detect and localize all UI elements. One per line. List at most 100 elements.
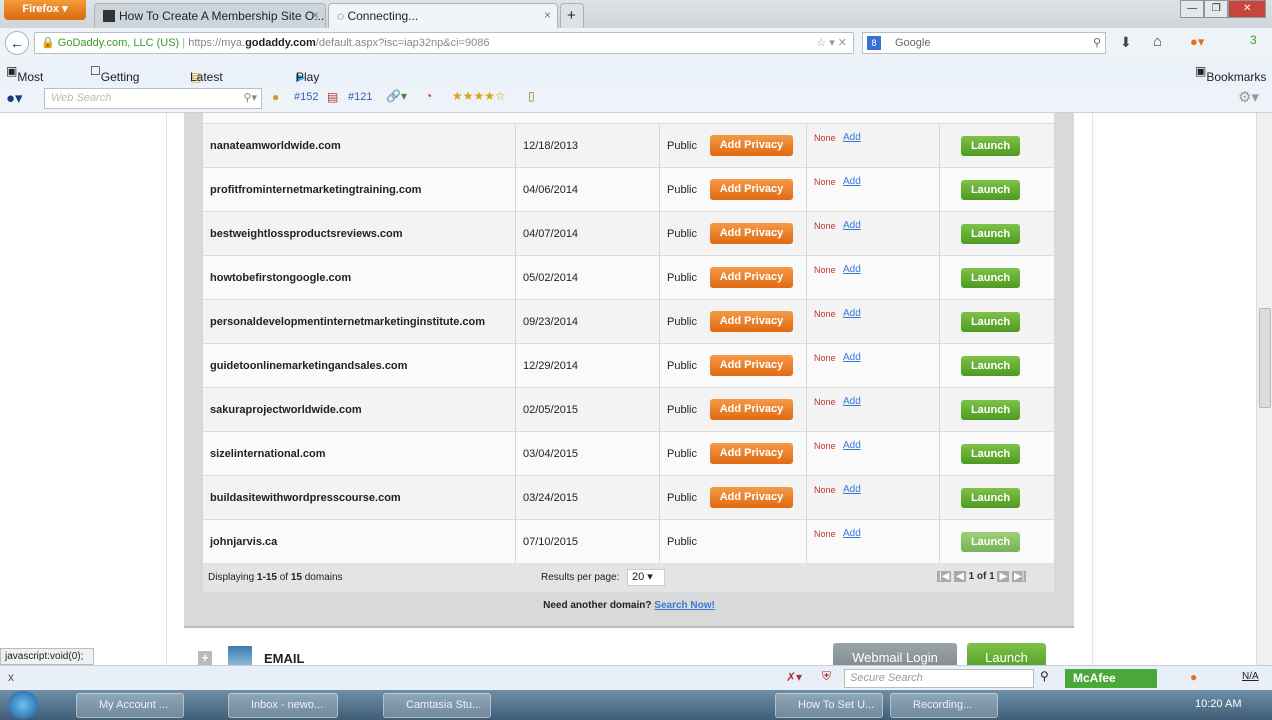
- results-per-page-select[interactable]: 20 ▾: [627, 569, 665, 586]
- bookmark-most-visited[interactable]: ▣ Most Visited: [6, 64, 53, 98]
- addon-icon[interactable]: ●▾: [1190, 34, 1204, 50]
- privacy-status: Public: [667, 360, 697, 372]
- close-addon-bar-button[interactable]: x: [8, 670, 14, 684]
- domain-name[interactable]: nanateamworldwide.com: [203, 124, 516, 168]
- launch-button[interactable]: Launch: [961, 268, 1020, 288]
- minimize-button[interactable]: —: [1180, 0, 1205, 18]
- home-icon[interactable]: ⌂: [1153, 33, 1162, 50]
- first-page-icon[interactable]: |◀: [937, 571, 952, 582]
- add-link[interactable]: Add: [843, 248, 861, 292]
- add-privacy-button[interactable]: Add Privacy: [710, 267, 793, 288]
- bookmarks-menu[interactable]: ▣ Bookmarks: [1195, 64, 1266, 84]
- scrollbar-thumb[interactable]: [1259, 308, 1271, 408]
- search-icon[interactable]: ⚲: [1040, 669, 1049, 683]
- launch-button[interactable]: Launch: [961, 312, 1020, 332]
- web-search-input[interactable]: Web Search ⚲▾: [44, 88, 262, 109]
- tab-membership[interactable]: How To Create A Membership Site O... ×: [94, 3, 326, 28]
- add-link[interactable]: Add: [843, 512, 861, 556]
- close-tab-icon[interactable]: ×: [312, 8, 319, 22]
- add-privacy-button[interactable]: Add Privacy: [710, 223, 793, 244]
- site-identity[interactable]: GoDaddy.com, LLC (US): [58, 37, 179, 49]
- bookmark-getting-started[interactable]: ☐ Getting Started: [90, 64, 139, 98]
- domain-name[interactable]: bestweightlossproductsreviews.com: [203, 212, 516, 256]
- domain-name[interactable]: sakuraprojectworldwide.com: [203, 388, 516, 432]
- tab-connecting[interactable]: ◌ Connecting... ×: [328, 3, 558, 28]
- google-icon[interactable]: 8: [867, 36, 881, 50]
- search-icon[interactable]: ⚲▾: [243, 91, 257, 104]
- add-link[interactable]: Add: [843, 160, 861, 204]
- launch-button[interactable]: Launch: [961, 488, 1020, 508]
- launch-cell: Launch: [940, 520, 1054, 564]
- launch-button[interactable]: Launch: [961, 136, 1020, 156]
- download-icon[interactable]: ⬇: [1120, 34, 1132, 51]
- taskbar-item-recording[interactable]: Recording...: [890, 693, 998, 718]
- search-now-link[interactable]: Search Now!: [654, 600, 715, 611]
- add-privacy-button[interactable]: Add Privacy: [710, 311, 793, 332]
- bookmark-star-icon[interactable]: ☆ ▾ ✕: [816, 33, 847, 53]
- launch-button[interactable]: Launch: [961, 444, 1020, 464]
- global-rank[interactable]: #152: [294, 91, 318, 103]
- add-link[interactable]: Add: [843, 204, 861, 248]
- firefox-menu-button[interactable]: Firefox ▾: [4, 0, 86, 20]
- domain-name[interactable]: sizelinternational.com: [203, 432, 516, 476]
- add-link[interactable]: Add: [843, 468, 861, 512]
- launch-button[interactable]: Launch: [961, 400, 1020, 420]
- back-button[interactable]: ←: [5, 31, 29, 55]
- prev-page-icon[interactable]: ◀: [954, 571, 966, 582]
- add-privacy-button[interactable]: Add Privacy: [710, 443, 793, 464]
- close-tab-icon[interactable]: ×: [544, 8, 551, 22]
- domain-name[interactable]: howtobefirstongoogle.com: [203, 256, 516, 300]
- taskbar-item-chrome[interactable]: Inbox - newo...: [228, 693, 338, 718]
- last-page-icon[interactable]: ▶|: [1011, 571, 1027, 582]
- settings-gear-icon[interactable]: ⚙▾: [1238, 88, 1259, 106]
- close-window-button[interactable]: ✕: [1228, 0, 1266, 18]
- addon-icon[interactable]: ●: [1190, 670, 1197, 684]
- ask-logo-icon[interactable]: ●▾: [6, 89, 23, 107]
- taskbar-item-firefox[interactable]: My Account ...: [76, 693, 184, 718]
- next-page-icon[interactable]: ▶: [997, 571, 1010, 582]
- add-privacy-button[interactable]: Add Privacy: [710, 487, 793, 508]
- domain-name[interactable]: guidetoonlinemarketingandsales.com: [203, 344, 516, 388]
- add-link[interactable]: Add: [843, 424, 861, 468]
- launch-button[interactable]: Launch: [961, 532, 1020, 552]
- secure-search-input[interactable]: Secure Search: [844, 669, 1034, 688]
- taskbar-item-howto[interactable]: How To Set U...: [775, 693, 883, 718]
- add-privacy-button[interactable]: Add Privacy: [710, 135, 793, 156]
- clock[interactable]: 10:20 AM: [1195, 698, 1241, 710]
- country-rank[interactable]: #121: [348, 91, 372, 103]
- webmail-login-button[interactable]: Webmail Login: [833, 643, 957, 665]
- privacy-cell: Public Add Privacy: [660, 212, 807, 256]
- launch-button[interactable]: Launch: [961, 224, 1020, 244]
- search-engine-box[interactable]: 8 Google ⚲: [862, 32, 1106, 54]
- mcafee-button[interactable]: McAfee: [1065, 669, 1157, 688]
- start-button[interactable]: [8, 691, 38, 719]
- taskbar-item-camtasia[interactable]: Camtasia Stu...: [383, 693, 491, 718]
- launch-button[interactable]: Launch: [961, 180, 1020, 200]
- domain-name[interactable]: personaldevelopmentinternetmarketinginst…: [203, 300, 516, 344]
- add-link[interactable]: Add: [843, 292, 861, 336]
- restore-button[interactable]: ❐: [1204, 0, 1229, 18]
- addon-x-icon[interactable]: ✗▾: [786, 670, 802, 684]
- expand-icon[interactable]: +: [198, 651, 212, 665]
- add-privacy-button[interactable]: Add Privacy: [710, 399, 793, 420]
- search-icon[interactable]: ⚲: [1093, 33, 1101, 53]
- new-tab-button[interactable]: +: [560, 3, 584, 28]
- add-link[interactable]: Add: [843, 380, 861, 424]
- add-privacy-button[interactable]: Add Privacy: [710, 179, 793, 200]
- add-link[interactable]: Add: [843, 336, 861, 380]
- scrollbar[interactable]: [1256, 113, 1272, 665]
- link-icon[interactable]: 🔗▾: [386, 89, 407, 103]
- email-launch-button[interactable]: Launch: [967, 643, 1046, 665]
- domain-name[interactable]: johnjarvis.ca: [203, 520, 516, 564]
- add-link[interactable]: Add: [843, 116, 861, 160]
- need-domain-text: Need another domain?: [543, 600, 652, 611]
- badge-count[interactable]: 3: [1250, 33, 1257, 47]
- domain-name[interactable]: profitfrominternetmarketingtraining.com: [203, 168, 516, 212]
- domain-name[interactable]: buildasitewithwordpresscourse.com: [203, 476, 516, 520]
- notebook-icon[interactable]: ▯: [528, 89, 535, 103]
- launch-button[interactable]: Launch: [961, 356, 1020, 376]
- timer-icon[interactable]: ◔: [425, 89, 432, 103]
- add-privacy-button[interactable]: Add Privacy: [710, 355, 793, 376]
- email-icon: [228, 646, 252, 665]
- url-bar[interactable]: 🔒 GoDaddy.com, LLC (US) | https://mya.go…: [34, 32, 854, 54]
